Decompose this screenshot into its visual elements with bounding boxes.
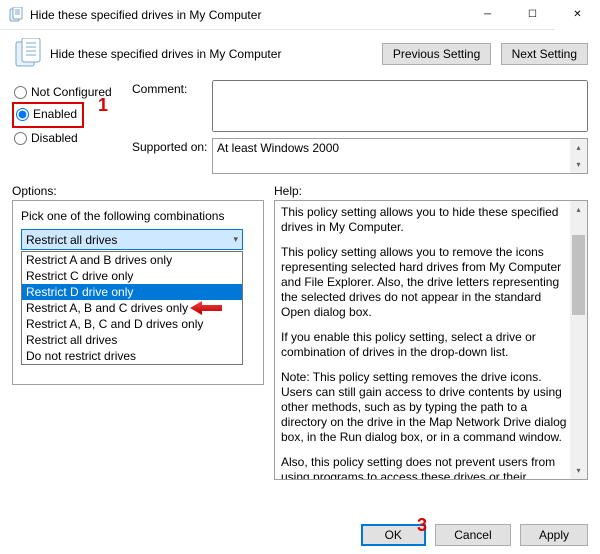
help-text: This policy setting allows you to hide t… [281,205,570,235]
scroll-up-icon[interactable]: ▴ [570,201,587,218]
scrollbar-thumb[interactable] [572,235,585,315]
annotation-highlight-1: Enabled [12,102,84,128]
dropdown-option[interactable]: Restrict A and B drives only [22,252,242,268]
comment-textarea[interactable] [212,80,588,132]
previous-setting-button[interactable]: Previous Setting [382,43,491,65]
comment-label: Comment: [132,80,212,132]
dropdown-option[interactable]: Restrict all drives [22,332,242,348]
scroll-down-icon[interactable]: ▾ [570,156,587,173]
help-label: Help: [274,184,588,198]
combinations-selected: Restrict all drives [26,233,117,247]
scroll-down-icon[interactable]: ▾ [570,462,587,479]
annotation-1: 1 [98,95,108,116]
policy-large-icon [12,38,44,70]
options-panel: Pick one of the following combinations R… [12,200,264,385]
radio-enabled[interactable]: Enabled [14,106,79,122]
scroll-up-icon[interactable]: ▴ [570,139,587,156]
dropdown-option[interactable]: Do not restrict drives [22,348,242,364]
dropdown-option[interactable]: Restrict A, B, C and D drives only [22,316,242,332]
close-button[interactable]: ✕ [555,0,600,30]
radio-not-configured[interactable]: Not Configured [12,84,132,100]
help-text: If you enable this policy setting, selec… [281,330,570,360]
dropdown-option[interactable]: Restrict C drive only [22,268,242,284]
dropdown-option[interactable]: Restrict A, B and C drives only [22,300,242,316]
chevron-down-icon: ▾ [233,234,238,245]
annotation-3: 3 [417,515,427,536]
help-text: Note: This policy setting removes the dr… [281,370,570,445]
combinations-dropdown-list[interactable]: Restrict A and B drives onlyRestrict C d… [21,251,243,365]
supported-text: At least Windows 2000 [217,141,339,155]
radio-enabled-input[interactable] [16,108,29,121]
help-text: Also, this policy setting does not preve… [281,455,570,480]
minimize-button[interactable]: ─ [465,0,510,30]
options-prompt: Pick one of the following combinations [21,209,255,223]
policy-title: Hide these specified drives in My Comput… [50,47,281,61]
window-title: Hide these specified drives in My Comput… [30,8,465,22]
supported-scrollbar[interactable]: ▴ ▾ [570,139,587,173]
radio-disabled[interactable]: Disabled [12,130,132,146]
combinations-dropdown[interactable]: Restrict all drives ▾ [21,229,243,250]
options-label: Options: [12,184,274,198]
cancel-button[interactable]: Cancel [435,524,510,546]
dropdown-option[interactable]: Restrict D drive only [22,284,242,300]
radio-label: Enabled [33,107,77,121]
policy-icon [8,7,24,23]
help-text: This policy setting allows you to remove… [281,245,570,320]
radio-disabled-input[interactable] [14,132,27,145]
dialog-button-bar: OK Cancel Apply [355,524,588,546]
radio-label: Disabled [31,131,78,145]
help-panel: This policy setting allows you to hide t… [274,200,588,480]
apply-button[interactable]: Apply [520,524,588,546]
supported-box: At least Windows 2000 ▴ ▾ [212,138,588,174]
radio-not-configured-input[interactable] [14,86,27,99]
titlebar: Hide these specified drives in My Comput… [0,0,600,30]
state-radio-group: Not Configured Enabled Disabled [12,80,132,180]
supported-label: Supported on: [132,138,212,174]
help-scrollbar[interactable]: ▴ ▾ [570,201,587,479]
next-setting-button[interactable]: Next Setting [501,43,588,65]
maximize-button[interactable]: ☐ [510,0,555,30]
